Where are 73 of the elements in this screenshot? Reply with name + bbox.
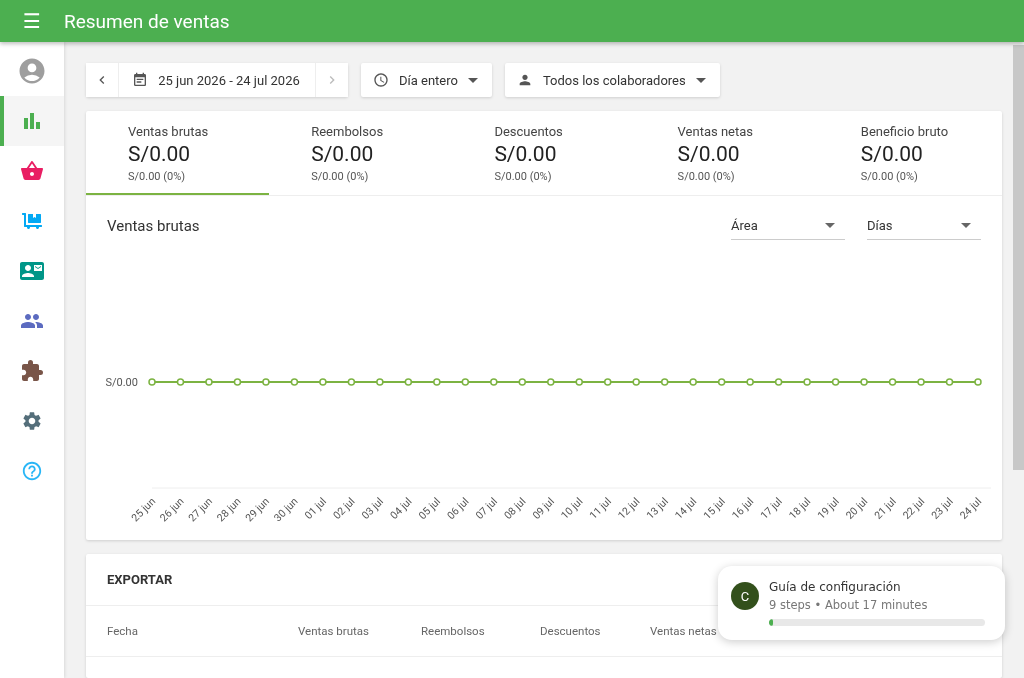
tab-label: Descuentos <box>494 124 564 139</box>
caret-icon <box>695 77 706 83</box>
axis-label: 05 jul <box>415 494 443 522</box>
tab-label: Ventas netas <box>677 124 755 139</box>
axis-label: 22 jul <box>900 494 928 522</box>
column-header: Ventas brutas <box>298 624 370 638</box>
axis-label: 07 jul <box>472 494 500 522</box>
axis-label: 06 jul <box>444 494 472 522</box>
summary-tab[interactable]: Reembolsos S/0.00 S/0.00 (0%) <box>269 111 453 195</box>
column-header: Fecha <box>107 624 139 638</box>
avatar: C <box>731 582 759 610</box>
axis-label: 17 jul <box>757 494 785 522</box>
guide-title: Guía de configuración <box>769 580 902 594</box>
axis-label: 29 jun <box>242 494 273 525</box>
axis-label: 03 jul <box>358 494 386 522</box>
tab-change: S/0.00 (0%) <box>311 170 370 183</box>
tab-label: Ventas brutas <box>128 124 210 139</box>
axis-label: 16 jul <box>729 494 757 522</box>
tab-label: Reembolsos <box>311 124 385 139</box>
column-header: Descuentos <box>540 624 602 638</box>
axis-label: 19 jul <box>814 494 842 522</box>
time-dropdown[interactable]: Día entero <box>361 63 492 97</box>
tab-value: S/0.00 <box>677 142 741 166</box>
summary-tab[interactable]: Beneficio bruto S/0.00 S/0.00 (0%) <box>818 111 1002 195</box>
tab-label: Beneficio bruto <box>860 124 950 139</box>
tab-value: S/0.00 <box>128 142 192 166</box>
setup-guide-popup[interactable]: C Guía de configuración 9 steps • About 17 minutes <box>718 566 1005 640</box>
axis-label: 21 jul <box>871 494 899 522</box>
axis-label: 20 jul <box>843 494 871 522</box>
page-title: Resumen de ventas <box>64 9 230 33</box>
period-select[interactable]: Días <box>867 212 981 240</box>
tab-change: S/0.00 (0%) <box>860 170 919 183</box>
tab-change: S/0.00 (0%) <box>128 170 187 183</box>
summary-tab[interactable]: Descuentos S/0.00 S/0.00 (0%) <box>452 111 636 195</box>
axis-label: 30 jun <box>271 494 301 525</box>
axis-label: 25 jun <box>128 494 159 525</box>
summary-tab[interactable]: Ventas brutas S/0.00 S/0.00 (0%) <box>86 111 270 195</box>
tab-change: S/0.00 (0%) <box>494 170 553 183</box>
tab-value: S/0.00 <box>494 142 558 166</box>
axis-label: 23 jul <box>928 494 956 522</box>
caret-icon <box>467 77 478 83</box>
axis-label: 13 jul <box>643 494 671 522</box>
chart-title: Ventas brutas <box>107 217 201 235</box>
clock-icon <box>373 72 389 88</box>
caret-icon <box>961 223 971 228</box>
tab-value: S/0.00 <box>311 142 375 166</box>
axis-label: 28 jun <box>214 494 244 525</box>
calendar-icon <box>132 72 149 88</box>
summary-tab[interactable]: Ventas netas S/0.00 S/0.00 (0%) <box>635 111 819 195</box>
axis-label: 04 jul <box>387 494 415 522</box>
scrollbar[interactable] <box>1013 45 1024 470</box>
chart-type-select[interactable]: Área <box>731 212 845 240</box>
tab-change: S/0.00 (0%) <box>677 170 736 183</box>
axis-label: 01 jul <box>301 494 329 522</box>
employee-dropdown[interactable]: Todos los colaboradores <box>504 63 720 97</box>
caret-icon <box>825 223 835 228</box>
column-header: Ventas netas <box>650 624 718 638</box>
axis-label: 09 jul <box>529 494 557 522</box>
axis-label: 18 jul <box>786 494 814 522</box>
axis-label: 26 jun <box>157 494 187 525</box>
axis-label: 15 jul <box>700 494 728 522</box>
tab-value: S/0.00 <box>860 142 924 166</box>
column-header: Reembolsos <box>421 624 486 638</box>
axis-label: 27 jun <box>185 494 216 525</box>
date-range-button[interactable]: 25 jun 2026 - 24 jul 2026 <box>119 63 315 97</box>
axis-label: 11 jul <box>586 494 614 522</box>
axis-label: S/0.00 <box>105 376 138 389</box>
axis-label: 02 jul <box>330 494 358 522</box>
axis-label: 24 jul <box>957 494 985 522</box>
axis-label: 12 jul <box>615 494 643 522</box>
axis-label: 10 jul <box>558 494 586 522</box>
axis-label: 14 jul <box>672 494 700 522</box>
axis-label: 08 jul <box>501 494 529 522</box>
